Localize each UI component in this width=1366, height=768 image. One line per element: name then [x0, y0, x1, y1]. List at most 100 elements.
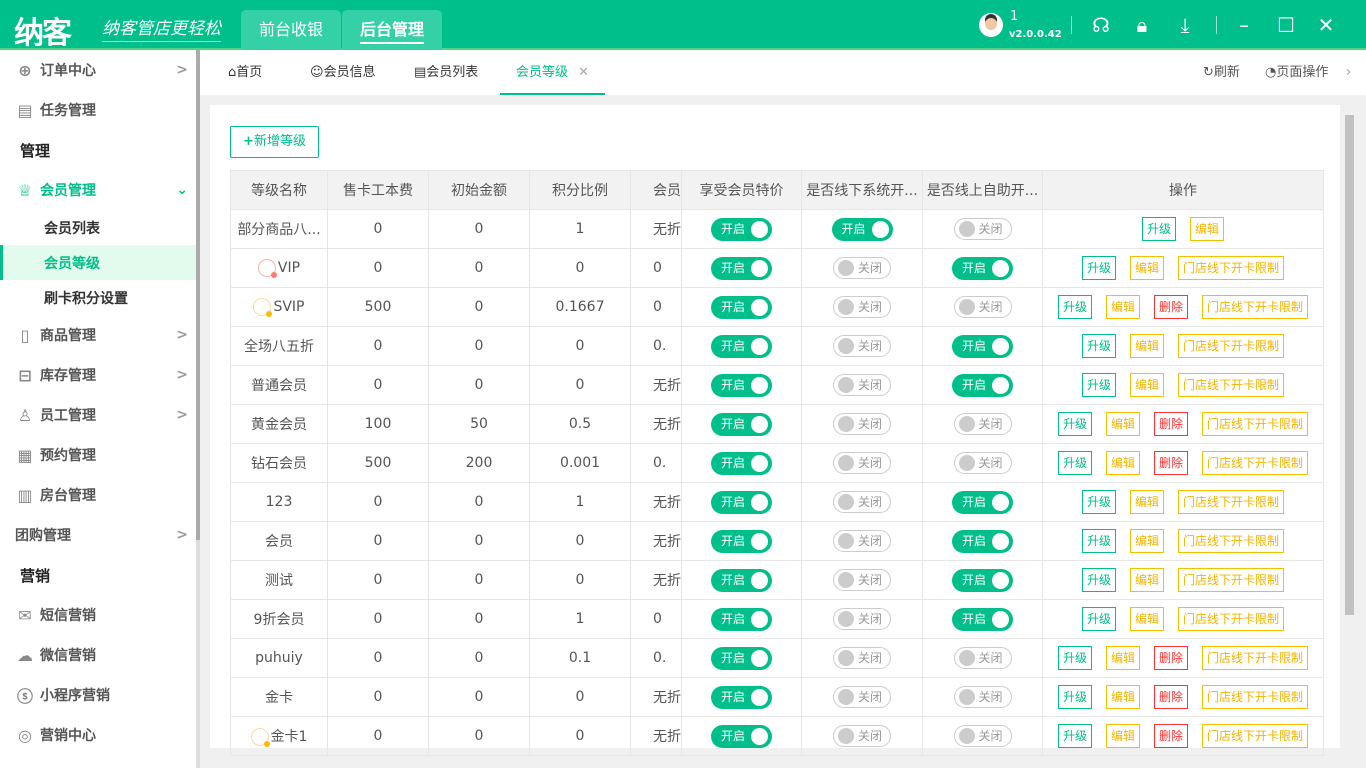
member-price-toggle[interactable]: 开启 [711, 686, 772, 709]
offline-open-toggle[interactable]: 开启 [832, 218, 893, 241]
sidebar-item[interactable]: ◎营销中心 [0, 715, 196, 755]
member-price-toggle[interactable]: 开启 [711, 608, 772, 631]
store-offline-card-limit-button[interactable]: 门店线下开卡限制 [1202, 412, 1308, 436]
upgrade-button[interactable]: 升级 [1058, 685, 1092, 709]
member-price-toggle[interactable]: 开启 [711, 413, 772, 436]
offline-open-toggle[interactable]: 关闭 [833, 257, 891, 279]
upgrade-button[interactable]: 升级 [1082, 490, 1116, 514]
online-open-toggle[interactable]: 开启 [952, 335, 1013, 358]
offline-open-toggle[interactable]: 关闭 [833, 569, 891, 591]
online-open-toggle[interactable]: 开启 [952, 530, 1013, 553]
upgrade-button[interactable]: 升级 [1142, 217, 1176, 241]
member-price-toggle[interactable]: 开启 [711, 374, 772, 397]
edit-button[interactable]: 编辑 [1130, 529, 1164, 553]
chevron-right-icon[interactable]: > [176, 62, 188, 78]
offline-open-toggle[interactable]: 关闭 [833, 452, 891, 474]
store-offline-card-limit-button[interactable]: 门店线下开卡限制 [1178, 490, 1284, 514]
upgrade-button[interactable]: 升级 [1082, 568, 1116, 592]
store-offline-card-limit-button[interactable]: 门店线下开卡限制 [1178, 568, 1284, 592]
edit-button[interactable]: 编辑 [1106, 451, 1140, 475]
online-open-toggle[interactable]: 开启 [952, 491, 1013, 514]
add-level-button[interactable]: +新增等级 [230, 126, 319, 158]
tab-front-cashier[interactable]: 前台收银 [241, 10, 341, 50]
upgrade-button[interactable]: 升级 [1082, 607, 1116, 631]
sidebar-item[interactable]: ✉短信营销 [0, 595, 196, 635]
online-open-toggle[interactable]: 关闭 [954, 686, 1012, 708]
store-offline-card-limit-button[interactable]: 门店线下开卡限制 [1178, 256, 1284, 280]
online-open-toggle[interactable]: 关闭 [954, 725, 1012, 747]
chevron-right-icon[interactable]: > [176, 527, 188, 543]
edit-button[interactable]: 编辑 [1190, 217, 1224, 241]
offline-open-toggle[interactable]: 关闭 [833, 608, 891, 630]
online-open-toggle[interactable]: 开启 [952, 374, 1013, 397]
sidebar-item[interactable]: 会员列表 [0, 210, 196, 245]
member-price-toggle[interactable]: 开启 [711, 452, 772, 475]
delete-button[interactable]: 删除 [1154, 412, 1188, 436]
upgrade-button[interactable]: 升级 [1058, 451, 1092, 475]
member-price-toggle[interactable]: 开启 [711, 491, 772, 514]
sidebar-item[interactable]: ☁微信营销 [0, 635, 196, 675]
delete-button[interactable]: 删除 [1154, 295, 1188, 319]
member-price-toggle[interactable]: 开启 [711, 725, 772, 748]
store-offline-card-limit-button[interactable]: 门店线下开卡限制 [1202, 685, 1308, 709]
member-price-toggle[interactable]: 开启 [711, 296, 772, 319]
maximize-icon[interactable]: ☐ [1273, 12, 1299, 38]
edit-button[interactable]: 编辑 [1130, 373, 1164, 397]
member-price-toggle[interactable]: 开启 [711, 530, 772, 553]
upgrade-button[interactable]: 升级 [1058, 412, 1092, 436]
upgrade-button[interactable]: 升级 [1082, 529, 1116, 553]
content-scrollbar[interactable] [1343, 105, 1356, 748]
sidebar-item[interactable]: 团购管理> [0, 515, 196, 555]
chevron-right-icon[interactable]: > [176, 367, 188, 383]
offline-open-toggle[interactable]: 关闭 [833, 686, 891, 708]
edit-button[interactable]: 编辑 [1106, 295, 1140, 319]
store-offline-card-limit-button[interactable]: 门店线下开卡限制 [1178, 607, 1284, 631]
member-price-toggle[interactable]: 开启 [711, 218, 772, 241]
edit-button[interactable]: 编辑 [1130, 490, 1164, 514]
offline-open-toggle[interactable]: 关闭 [833, 530, 891, 552]
online-open-toggle[interactable]: 关闭 [954, 296, 1012, 318]
store-offline-card-limit-button[interactable]: 门店线下开卡限制 [1202, 646, 1308, 670]
edit-button[interactable]: 编辑 [1106, 685, 1140, 709]
online-open-toggle[interactable]: 开启 [952, 257, 1013, 280]
upgrade-button[interactable]: 升级 [1082, 256, 1116, 280]
store-offline-card-limit-button[interactable]: 门店线下开卡限制 [1178, 334, 1284, 358]
edit-button[interactable]: 编辑 [1130, 334, 1164, 358]
store-offline-card-limit-button[interactable]: 门店线下开卡限制 [1178, 373, 1284, 397]
store-offline-card-limit-button[interactable]: 门店线下开卡限制 [1202, 724, 1308, 748]
avatar[interactable] [979, 13, 1003, 37]
tab-home[interactable]: ⌂首页 [228, 50, 262, 95]
offline-open-toggle[interactable]: 关闭 [833, 413, 891, 435]
sidebar-item[interactable]: ♙员工管理> [0, 395, 196, 435]
sidebar-scrollbar[interactable] [196, 50, 200, 768]
edit-button[interactable]: 编辑 [1106, 724, 1140, 748]
chevron-right-icon[interactable]: > [176, 407, 188, 423]
member-price-toggle[interactable]: 开启 [711, 647, 772, 670]
sidebar-item[interactable]: ▤任务管理 [0, 90, 196, 130]
edit-button[interactable]: 编辑 [1130, 568, 1164, 592]
chevron-right-icon[interactable]: › [1346, 50, 1351, 95]
delete-button[interactable]: 删除 [1154, 685, 1188, 709]
chevron-right-icon[interactable]: > [176, 327, 188, 343]
delete-button[interactable]: 删除 [1154, 646, 1188, 670]
page-operations-button[interactable]: ◔页面操作 [1265, 50, 1328, 95]
refresh-button[interactable]: ↻刷新 [1203, 50, 1240, 95]
tab-member-level[interactable]: 会员等级 ✕ [500, 50, 605, 95]
online-open-toggle[interactable]: 开启 [952, 569, 1013, 592]
sidebar-item[interactable]: 刷卡积分设置 [0, 280, 196, 315]
offline-open-toggle[interactable]: 关闭 [833, 335, 891, 357]
tab-backend-management[interactable]: 后台管理 [342, 10, 442, 50]
upgrade-button[interactable]: 升级 [1058, 646, 1092, 670]
offline-open-toggle[interactable]: 关闭 [833, 491, 891, 513]
online-open-toggle[interactable]: 关闭 [954, 218, 1012, 240]
close-icon[interactable]: ✕ [1313, 12, 1339, 38]
sidebar-item[interactable]: 会员等级 [0, 245, 196, 280]
sidebar-item[interactable]: ♕会员管理⌄ [0, 170, 196, 210]
online-open-toggle[interactable]: 关闭 [954, 452, 1012, 474]
sidebar-item[interactable]: ▥房台管理 [0, 475, 196, 515]
online-open-toggle[interactable]: 关闭 [954, 413, 1012, 435]
chevron-down-icon[interactable]: ⌄ [176, 182, 188, 198]
upgrade-button[interactable]: 升级 [1058, 724, 1092, 748]
sidebar-item[interactable]: ⊕订单中心> [0, 50, 196, 90]
store-offline-card-limit-button[interactable]: 门店线下开卡限制 [1178, 529, 1284, 553]
